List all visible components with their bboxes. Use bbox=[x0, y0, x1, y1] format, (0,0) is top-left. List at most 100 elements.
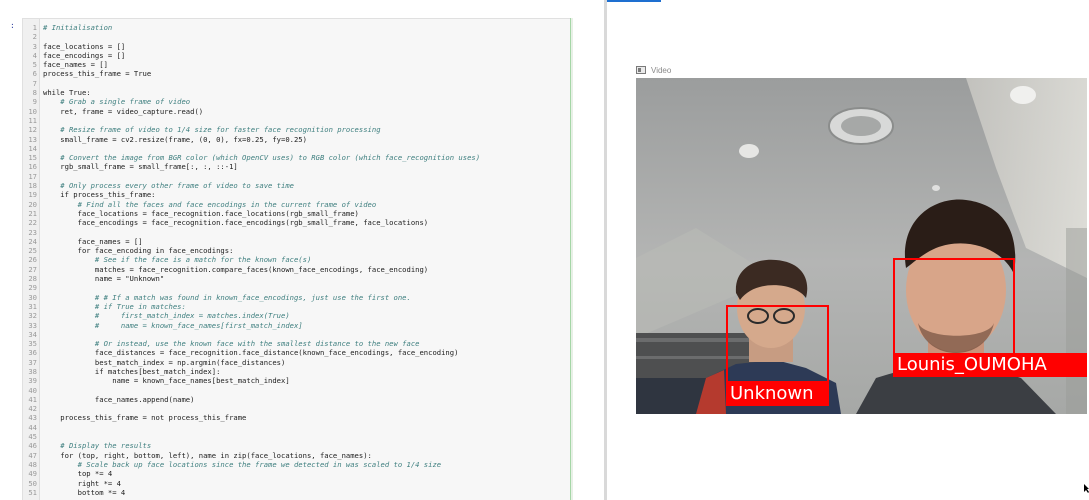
code-text[interactable]: # Display the results bbox=[43, 441, 151, 450]
code-line[interactable]: 2 bbox=[23, 32, 572, 41]
code-text[interactable]: # Find all the faces and face encodings … bbox=[43, 200, 377, 209]
code-line[interactable]: 22 face_encodings = face_recognition.fac… bbox=[23, 218, 572, 227]
code-text[interactable]: # Initialisation bbox=[43, 23, 112, 32]
code-line[interactable]: 9 # Grab a single frame of video bbox=[23, 97, 572, 106]
code-text[interactable]: rgb_small_frame = small_frame[:, :, ::-1… bbox=[43, 162, 237, 171]
code-text[interactable]: while True: bbox=[43, 88, 91, 97]
code-text[interactable]: # first_match_index = matches.index(True… bbox=[43, 311, 290, 320]
code-line[interactable]: 45 bbox=[23, 432, 572, 441]
code-line[interactable]: 10 ret, frame = video_capture.read() bbox=[23, 107, 572, 116]
code-text[interactable]: ret, frame = video_capture.read() bbox=[43, 107, 203, 116]
line-number: 27 bbox=[28, 264, 37, 274]
code-line[interactable]: 12 # Resize frame of video to 1/4 size f… bbox=[23, 125, 572, 134]
code-text[interactable]: # if True in matches: bbox=[43, 302, 186, 311]
code-text[interactable]: # Grab a single frame of video bbox=[43, 97, 190, 106]
code-line[interactable]: 5 face_names = [] bbox=[23, 60, 572, 69]
code-line[interactable]: 15 # Convert the image from BGR color (w… bbox=[23, 153, 572, 162]
face-label-unknown: Unknown bbox=[726, 382, 829, 406]
code-line[interactable]: 31 # if True in matches: bbox=[23, 302, 572, 311]
code-line[interactable]: 13 small_frame = cv2.resize(frame, (0, 0… bbox=[23, 135, 572, 144]
code-text[interactable]: face_names = [] bbox=[43, 60, 108, 69]
line-number: 17 bbox=[28, 171, 37, 181]
code-line[interactable]: 7 bbox=[23, 79, 572, 88]
code-line[interactable]: 30 # # If a match was found in known_fac… bbox=[23, 293, 572, 302]
code-text[interactable]: face_encodings = face_recognition.face_e… bbox=[43, 218, 429, 227]
line-number: 18 bbox=[28, 181, 37, 191]
code-text[interactable]: # # If a match was found in known_face_e… bbox=[43, 293, 411, 302]
code-text[interactable]: name = known_face_names[best_match_index… bbox=[43, 376, 289, 385]
code-line[interactable]: 19 if process_this_frame: bbox=[23, 190, 572, 199]
code-line[interactable]: 49 top *= 4 bbox=[23, 469, 572, 478]
code-text[interactable]: # Only process every other frame of vide… bbox=[43, 181, 294, 190]
code-line[interactable]: 16 rgb_small_frame = small_frame[:, :, :… bbox=[23, 162, 572, 171]
code-text[interactable]: face_locations = face_recognition.face_l… bbox=[43, 209, 359, 218]
code-line[interactable]: 40 bbox=[23, 386, 572, 395]
code-text[interactable]: right *= 4 bbox=[43, 479, 121, 488]
code-line[interactable]: 14 bbox=[23, 144, 572, 153]
code-line[interactable]: 43 process_this_frame = not process_this… bbox=[23, 413, 572, 422]
cell-scrollbar[interactable] bbox=[570, 18, 573, 500]
code-line[interactable]: 42 bbox=[23, 404, 572, 413]
code-text[interactable]: face_distances = face_recognition.face_d… bbox=[43, 348, 459, 357]
code-text[interactable]: name = "Unknown" bbox=[43, 274, 164, 283]
code-text[interactable]: if matches[best_match_index]: bbox=[43, 367, 221, 376]
code-text[interactable]: face_encodings = [] bbox=[43, 51, 125, 60]
code-line[interactable]: 38 if matches[best_match_index]: bbox=[23, 367, 572, 376]
code-text[interactable]: best_match_index = np.argmin(face_distan… bbox=[43, 358, 285, 367]
code-text[interactable]: process_this_frame = not process_this_fr… bbox=[43, 413, 246, 422]
code-line[interactable]: 51 bottom *= 4 bbox=[23, 488, 572, 497]
code-text[interactable]: for face_encoding in face_encodings: bbox=[43, 246, 234, 255]
code-line[interactable]: 1 # Initialisation bbox=[23, 23, 572, 32]
code-line[interactable]: 36 face_distances = face_recognition.fac… bbox=[23, 348, 572, 357]
code-text[interactable]: if process_this_frame: bbox=[43, 190, 155, 199]
code-editor[interactable]: 1 # Initialisation 2 3 face_locations = [] 4 f… bbox=[23, 23, 572, 497]
code-line[interactable]: 8 while True: bbox=[23, 88, 572, 97]
code-line[interactable]: 32 # first_match_index = matches.index(T… bbox=[23, 311, 572, 320]
code-line[interactable]: 17 bbox=[23, 172, 572, 181]
code-line[interactable]: 4 face_encodings = [] bbox=[23, 51, 572, 60]
code-text[interactable]: # Convert the image from BGR color (whic… bbox=[43, 153, 480, 162]
code-line[interactable]: 46 # Display the results bbox=[23, 441, 572, 450]
code-line[interactable]: 47 for (top, right, bottom, left), name … bbox=[23, 451, 572, 460]
code-line[interactable]: 11 bbox=[23, 116, 572, 125]
code-line[interactable]: 27 matches = face_recognition.compare_fa… bbox=[23, 265, 572, 274]
code-line[interactable]: 41 face_names.append(name) bbox=[23, 395, 572, 404]
code-line[interactable]: 34 bbox=[23, 330, 572, 339]
code-line[interactable]: 21 face_locations = face_recognition.fac… bbox=[23, 209, 572, 218]
code-line[interactable]: 39 name = known_face_names[best_match_in… bbox=[23, 376, 572, 385]
code-text[interactable]: # Resize frame of video to 1/4 size for … bbox=[43, 125, 380, 134]
code-text[interactable]: # name = known_face_names[first_match_in… bbox=[43, 321, 303, 330]
code-line[interactable]: 50 right *= 4 bbox=[23, 479, 572, 488]
code-text[interactable]: small_frame = cv2.resize(frame, (0, 0), … bbox=[43, 135, 307, 144]
code-line[interactable]: 44 bbox=[23, 423, 572, 432]
code-line[interactable]: 3 face_locations = [] bbox=[23, 42, 572, 51]
code-text[interactable]: bottom *= 4 bbox=[43, 488, 126, 497]
code-line[interactable]: 24 face_names = [] bbox=[23, 237, 572, 246]
video-window[interactable]: Video Unknown Lounis_OUMOHA bbox=[636, 62, 1087, 414]
code-line[interactable]: 6 process_this_frame = True bbox=[23, 69, 572, 78]
window-titlebar[interactable]: Video bbox=[636, 62, 1087, 78]
code-line[interactable]: 23 bbox=[23, 228, 572, 237]
code-line[interactable]: 20 # Find all the faces and face encodin… bbox=[23, 200, 572, 209]
code-cell[interactable]: 1 # Initialisation 2 3 face_locations = [] 4 f… bbox=[22, 18, 573, 500]
code-text[interactable]: # See if the face is a match for the kno… bbox=[43, 255, 311, 264]
code-line[interactable]: 26 # See if the face is a match for the … bbox=[23, 255, 572, 264]
code-line[interactable]: 28 name = "Unknown" bbox=[23, 274, 572, 283]
code-line[interactable]: 33 # name = known_face_names[first_match… bbox=[23, 321, 572, 330]
code-text[interactable]: for (top, right, bottom, left), name in … bbox=[43, 451, 372, 460]
line-number: 26 bbox=[28, 255, 37, 265]
code-text[interactable]: face_names.append(name) bbox=[43, 395, 195, 404]
code-text[interactable]: top *= 4 bbox=[43, 469, 113, 478]
code-text[interactable]: matches = face_recognition.compare_faces… bbox=[43, 265, 428, 274]
code-line[interactable]: 37 best_match_index = np.argmin(face_dis… bbox=[23, 358, 572, 367]
code-text[interactable]: # Scale back up face locations since the… bbox=[43, 460, 442, 469]
code-text[interactable]: process_this_frame = True bbox=[43, 69, 151, 78]
code-text[interactable]: # Or instead, use the known face with th… bbox=[43, 339, 420, 348]
code-line[interactable]: 29 bbox=[23, 283, 572, 292]
code-line[interactable]: 35 # Or instead, use the known face with… bbox=[23, 339, 572, 348]
code-text[interactable]: face_locations = [] bbox=[43, 42, 125, 51]
code-line[interactable]: 25 for face_encoding in face_encodings: bbox=[23, 246, 572, 255]
code-text[interactable]: face_names = [] bbox=[43, 237, 143, 246]
code-line[interactable]: 18 # Only process every other frame of v… bbox=[23, 181, 572, 190]
code-line[interactable]: 48 # Scale back up face locations since … bbox=[23, 460, 572, 469]
